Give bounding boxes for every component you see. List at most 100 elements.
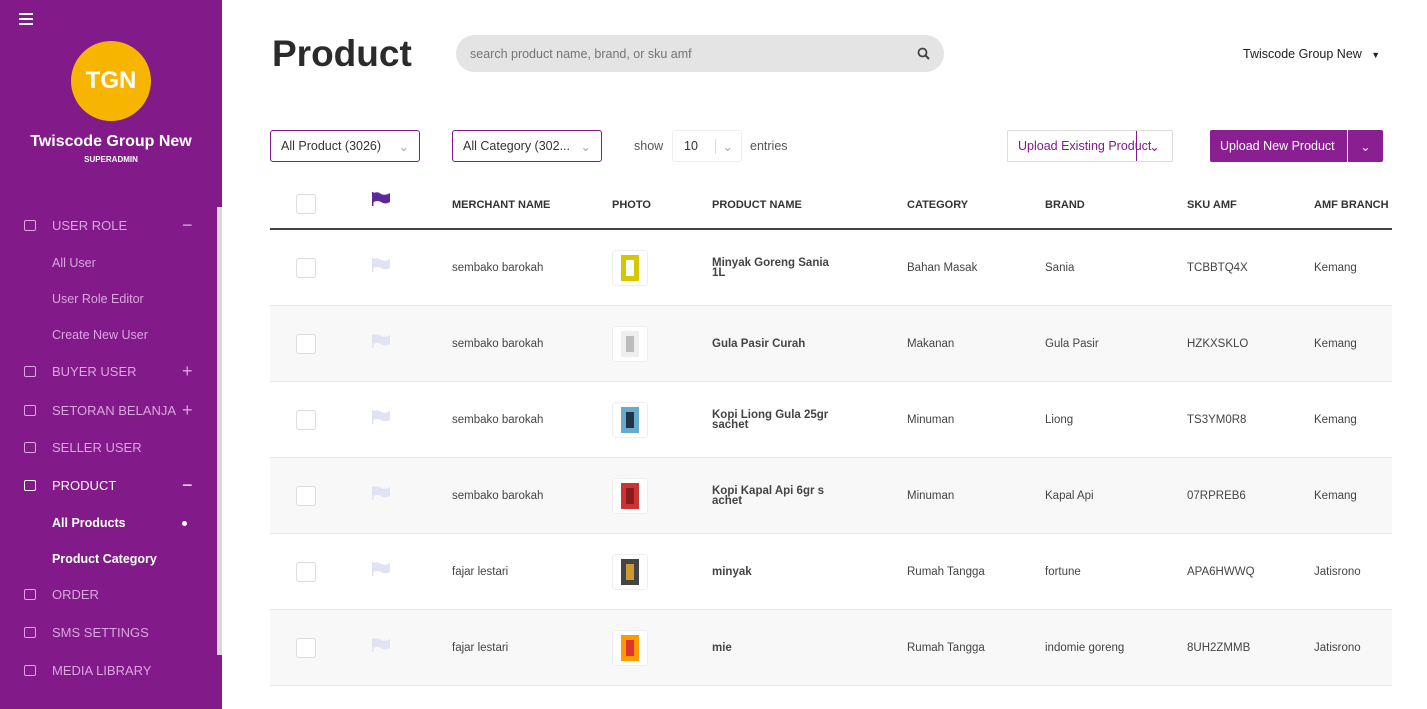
sidebar-item-user-role-editor[interactable]: User Role Editor [0, 287, 217, 311]
category: Bahan Masak [907, 261, 978, 274]
sidebar-item-product[interactable]: PRODUCT − [0, 473, 217, 497]
table-row[interactable]: sembako barokah Gula Pasir Curah Makanan… [270, 306, 1392, 382]
minus-icon[interactable]: − [182, 215, 193, 236]
product-photo[interactable] [612, 629, 648, 666]
product-name[interactable]: Minyak Goreng Sania 1L [712, 257, 837, 279]
sidebar-scrollbar[interactable] [217, 207, 222, 655]
table-row[interactable]: fajar lestari mie Rumah Tangga indomie g… [270, 610, 1392, 686]
show-label: show [634, 139, 664, 153]
sidebar-item-label: Create New User [52, 328, 148, 342]
sidebar-item-label: SELLER USER [52, 439, 142, 455]
sms-icon [24, 626, 36, 638]
search-input[interactable] [470, 46, 917, 61]
sidebar-item-setoran-belanja[interactable]: SETORAN BELANJA + [0, 398, 217, 422]
search-bar[interactable] [456, 35, 944, 72]
account-dropdown[interactable]: Twiscode Group New ▼ [1243, 47, 1380, 61]
store-icon [24, 441, 36, 453]
category: Makanan [907, 337, 955, 350]
product-photo[interactable] [612, 325, 648, 362]
table-row[interactable]: sembako barokah Minyak Goreng Sania 1L B… [270, 230, 1392, 306]
org-name: Twiscode Group New [30, 133, 192, 150]
row-checkbox[interactable] [296, 409, 316, 430]
row-checkbox[interactable] [296, 333, 316, 354]
flag-icon[interactable] [372, 192, 390, 206]
product-photo[interactable] [612, 553, 648, 590]
merchant-name: sembako barokah [452, 413, 544, 426]
upload-existing-product-button[interactable]: Upload Existing Product ⌄ [1007, 130, 1173, 162]
row-checkbox[interactable] [296, 485, 316, 506]
sidebar-item-media-library[interactable]: MEDIA LIBRARY [0, 658, 217, 682]
product-name[interactable]: mie [712, 642, 837, 654]
col-brand[interactable]: BRAND [1045, 199, 1085, 211]
chevron-down-icon[interactable]: ⌄ [1347, 130, 1383, 162]
amf-branch: Kemang [1314, 337, 1357, 350]
merchant-name: fajar lestari [452, 565, 509, 578]
sku-amf: HZKXSKLO [1187, 337, 1249, 350]
product-photo[interactable] [612, 401, 648, 438]
sidebar-item-label: ORDER [52, 586, 99, 602]
row-checkbox[interactable] [296, 637, 316, 658]
flag-icon[interactable] [372, 409, 390, 424]
upload-new-product-button[interactable]: Upload New Product ⌄ [1210, 130, 1383, 162]
search-icon[interactable] [917, 47, 930, 60]
sidebar-item-buyer-user[interactable]: BUYER USER + [0, 359, 217, 383]
entries-value: 10 [684, 139, 698, 153]
product-name[interactable]: Gula Pasir Curah [712, 338, 837, 350]
sidebar-item-order[interactable]: ORDER [0, 582, 217, 606]
product-name[interactable]: Kopi Kapal Api 6gr s achet [712, 485, 837, 507]
row-checkbox[interactable] [296, 257, 316, 278]
plus-icon[interactable]: + [182, 361, 193, 382]
col-branch[interactable]: AMF BRANCH [1314, 199, 1389, 211]
sidebar-item-label: SMS SETTINGS [52, 624, 149, 640]
table-row[interactable]: sembako barokah Kopi Kapal Api 6gr s ach… [270, 458, 1392, 534]
upload-new-label: Upload New Product [1220, 139, 1335, 153]
sidebar-item-all-user[interactable]: All User [0, 251, 217, 275]
sidebar-item-label: All Products [52, 516, 126, 530]
sidebar-item-create-new-user[interactable]: Create New User [0, 323, 217, 347]
col-merchant[interactable]: MERCHANT NAME [452, 199, 550, 211]
chevron-down-icon[interactable]: ⌄ [1136, 131, 1172, 161]
brand: Gula Pasir [1045, 337, 1099, 350]
minus-icon[interactable]: − [182, 475, 193, 496]
table-row[interactable]: sembako barokah Kopi Liong Gula 25gr sac… [270, 382, 1392, 458]
sidebar-item-label: PRODUCT [52, 477, 117, 493]
flag-icon[interactable] [372, 257, 390, 272]
plus-icon[interactable]: + [182, 400, 193, 421]
brand: indomie goreng [1045, 641, 1125, 654]
row-checkbox[interactable] [296, 561, 316, 582]
brand: Kapal Api [1045, 489, 1094, 502]
category-filter-select[interactable]: All Category (302... ⌄ [452, 130, 602, 162]
amf-branch: Kemang [1314, 413, 1357, 426]
product-name[interactable]: minyak [712, 566, 837, 578]
bag-icon [24, 365, 36, 377]
amf-branch: Jatisrono [1314, 641, 1361, 654]
flag-icon[interactable] [372, 561, 390, 576]
select-all-checkbox[interactable] [296, 194, 316, 214]
sidebar-item-all-products[interactable]: All Products [0, 511, 217, 535]
sidebar-item-sms-settings[interactable]: SMS SETTINGS [0, 620, 217, 644]
chevron-down-icon: ⌄ [398, 139, 409, 154]
avatar: TGN [71, 41, 151, 121]
product-photo[interactable] [612, 477, 648, 514]
sidebar-item-user-role[interactable]: USER ROLE − [0, 213, 217, 237]
flag-icon[interactable] [372, 637, 390, 652]
col-category[interactable]: CATEGORY [907, 199, 968, 211]
entries-select[interactable]: 10 ⌄ [672, 130, 742, 162]
amf-branch: Jatisrono [1314, 565, 1361, 578]
wallet-icon [24, 404, 36, 416]
col-product-name[interactable]: PRODUCT NAME [712, 199, 802, 211]
flag-icon[interactable] [372, 333, 390, 348]
col-sku[interactable]: SKU AMF [1187, 199, 1237, 211]
sidebar-item-seller-user[interactable]: SELLER USER [0, 435, 217, 459]
product-name[interactable]: Kopi Liong Gula 25gr sachet [712, 409, 837, 431]
product-filter-select[interactable]: All Product (3026) ⌄ [270, 130, 420, 162]
sku-amf: APA6HWWQ [1187, 565, 1255, 578]
table-header: MERCHANT NAME PHOTO PRODUCT NAME CATEGOR… [270, 182, 1392, 230]
cart-icon [24, 588, 36, 600]
flag-icon[interactable] [372, 485, 390, 500]
sidebar-item-product-category[interactable]: Product Category [0, 547, 217, 571]
menu-icon[interactable] [19, 13, 33, 28]
table-row[interactable]: fajar lestari minyak Rumah Tangga fortun… [270, 534, 1392, 610]
product-photo[interactable] [612, 249, 648, 286]
sku-amf: 8UH2ZMMB [1187, 641, 1251, 654]
